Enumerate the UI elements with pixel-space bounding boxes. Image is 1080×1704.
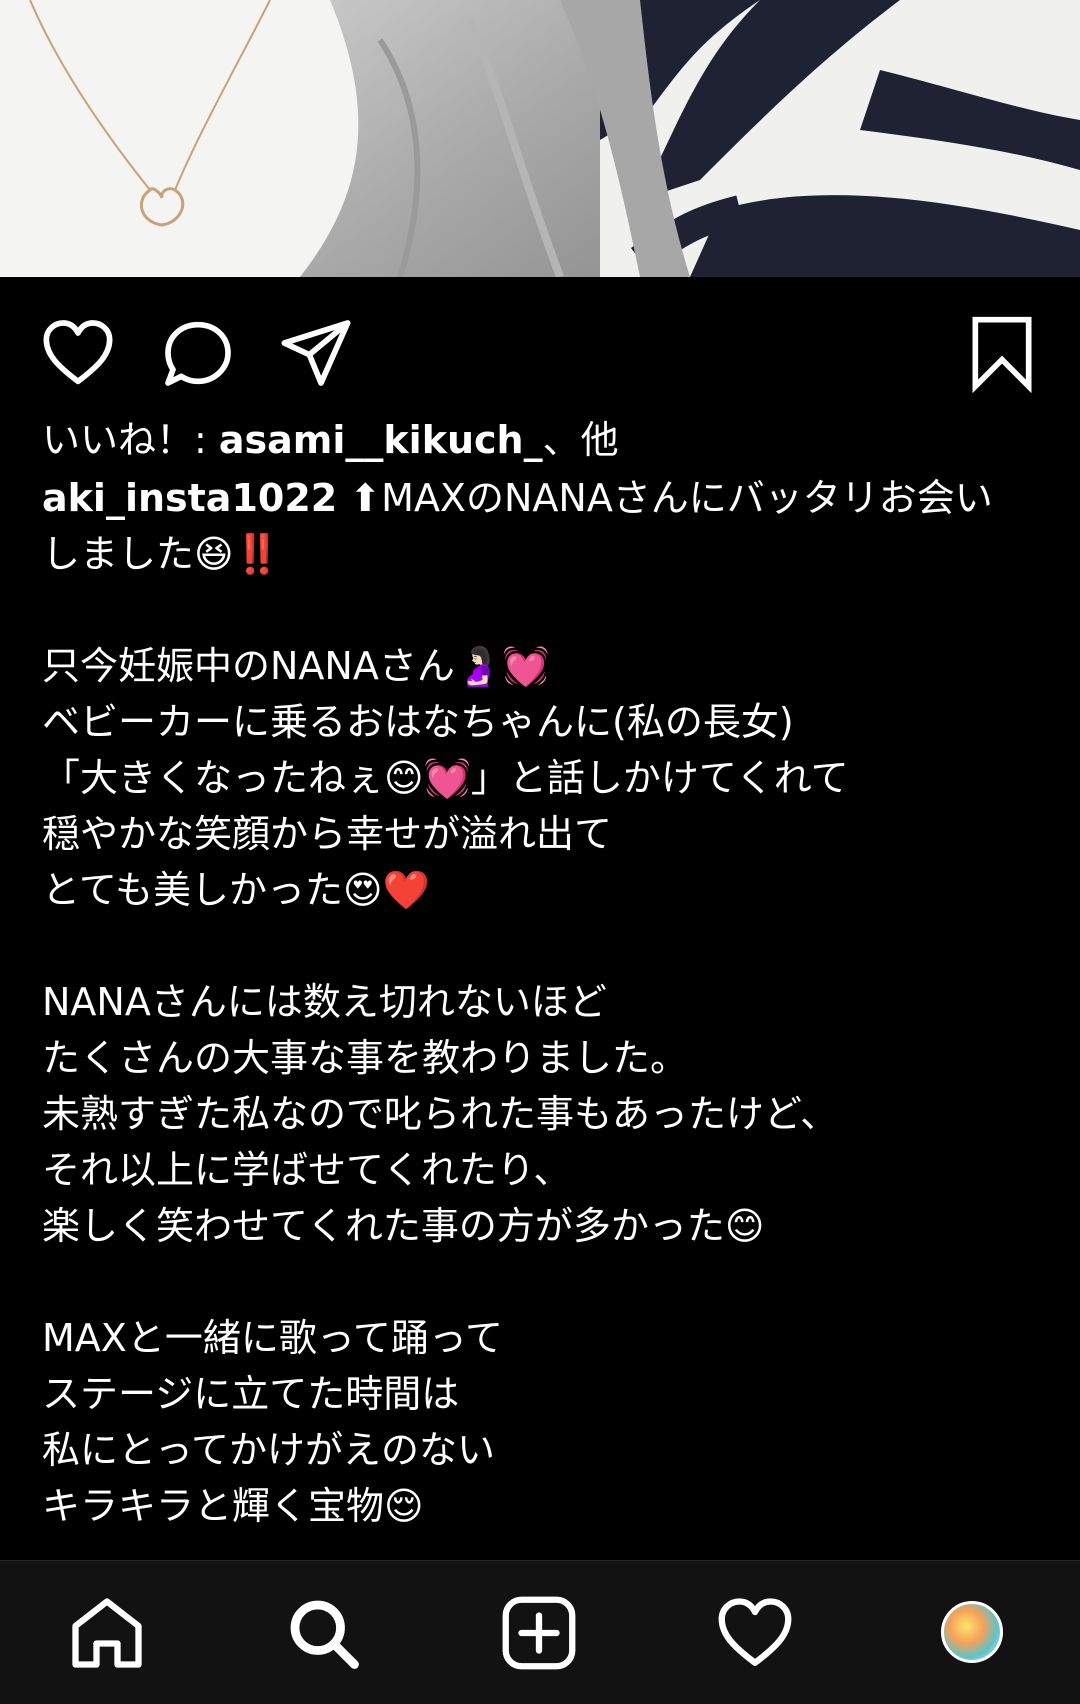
caption-line: たくさんの大事な事を教わりました。 (42, 1036, 689, 1080)
caption-author-link[interactable]: aki_insta1022 (42, 476, 337, 520)
caption-line: NANAさんには数え切れないほど (42, 980, 607, 1024)
likes-username-link[interactable]: asami__kikuch_ (219, 418, 543, 462)
bottom-nav-bar (0, 1560, 1080, 1704)
likes-prefix: いいね！: (42, 418, 219, 462)
new-post-icon[interactable] (497, 1591, 581, 1675)
share-icon[interactable] (276, 313, 356, 393)
caption-line: ベビーカーに乗るおはなちゃんに(私の長女) (42, 700, 794, 744)
caption-line: しました😆‼️ (42, 532, 281, 576)
caption-line: MAXと一緒に歌って踊って (42, 1316, 504, 1360)
caption-line: 「大きくなったねぇ😊💓」と話しかけてくれて (42, 756, 849, 800)
caption-line: 穏やかな笑顔から幸せが溢れ出て (42, 812, 613, 856)
caption-line: それ以上に学ばせてくれたり、 (42, 1148, 572, 1192)
caption-line: 未熟すぎた私なので叱られた事もあったけど、 (42, 1092, 839, 1136)
caption-line: キラキラと輝く宝物😌 (42, 1484, 424, 1528)
caption-line (42, 1254, 1042, 1310)
post-photo-image (0, 0, 1080, 277)
save-bookmark-icon[interactable] (962, 313, 1042, 393)
likes-line: いいね！: asami__kikuch_、他 (42, 412, 619, 468)
caption-line: 楽しく笑わせてくれた事の方が多かった😊 (42, 1204, 765, 1248)
likes-suffix[interactable]: 、他 (543, 418, 619, 462)
caption-line (42, 582, 1042, 638)
caption-line: とても美しかった😍❤️ (42, 868, 430, 912)
home-icon[interactable] (65, 1591, 149, 1675)
like-icon[interactable] (38, 313, 118, 393)
caption-line: ステージに立てた時間は (42, 1372, 460, 1416)
activity-heart-icon[interactable] (713, 1591, 797, 1675)
caption-line (42, 918, 1042, 974)
caption-line: aki_insta1022 ⬆MAXのNANAさんにバッタリお会い (42, 470, 1042, 526)
post-caption: aki_insta1022 ⬆MAXのNANAさんにバッタリお会い しました😆‼… (42, 470, 1042, 1534)
post-photo[interactable] (0, 0, 1080, 277)
post-action-bar (0, 277, 1080, 407)
caption-line: 只今妊娠中のNANAさん🤰🏻💓 (42, 644, 550, 688)
comment-icon[interactable] (158, 313, 238, 393)
profile-avatar[interactable] (941, 1601, 1003, 1663)
caption-text: ⬆MAXのNANAさんにバッタリお会い (349, 476, 993, 520)
search-icon[interactable] (281, 1591, 365, 1675)
caption-line: 私にとってかけがえのない (42, 1428, 495, 1472)
